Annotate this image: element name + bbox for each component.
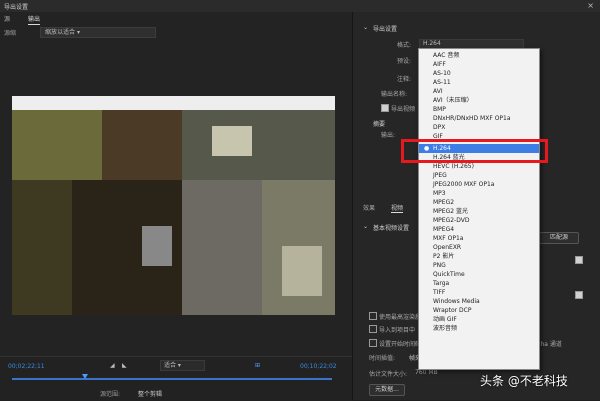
format-option[interactable]: HEVC (H.265) <box>419 162 539 171</box>
format-option[interactable]: JPEG2000 MXF OP1a <box>419 180 539 189</box>
import-project-label: 导入到项目中 <box>379 327 416 334</box>
tab-video[interactable]: 视频 <box>391 203 404 213</box>
format-option[interactable]: JPEG <box>419 171 539 180</box>
format-option[interactable]: QuickTime <box>419 270 539 279</box>
start-timecode-label: 设置开始时间码 <box>379 341 422 348</box>
format-option[interactable]: AS-11 <box>419 78 539 87</box>
start-timecode-checkbox[interactable] <box>369 339 377 347</box>
format-option[interactable]: Wraptor DCP <box>419 306 539 315</box>
timeline-track[interactable] <box>12 378 332 380</box>
source-range-label: 源范围: <box>100 391 121 398</box>
window-title: 导出设置 <box>4 4 29 11</box>
format-option[interactable]: DPX <box>419 123 539 132</box>
source-scaling-label: 源缩 <box>4 30 17 37</box>
metadata-label: 元数据... <box>375 386 399 393</box>
format-option[interactable]: MPEG2 <box>419 198 539 207</box>
estimated-size-label: 估计文件大小: <box>369 371 408 378</box>
format-dropdown-menu: AAC 音频 AIFF AS-10 AS-11 AVI AVI（未压缩） BMP… <box>418 48 540 370</box>
profile-checkbox[interactable] <box>575 291 583 299</box>
output-label: 输出: <box>381 132 396 139</box>
timecode-in[interactable]: 00;02;22;11 <box>8 363 45 370</box>
output-name-label: 输出名称: <box>381 91 408 98</box>
format-option[interactable]: MPEG2-DVD <box>419 216 539 225</box>
format-option[interactable]: 波形音频 <box>419 324 539 333</box>
highlight-annotation <box>401 139 548 163</box>
preset-label: 预设: <box>397 58 412 65</box>
video-preview <box>12 96 335 315</box>
close-icon[interactable]: × <box>587 1 594 10</box>
tab-output[interactable]: 输出 <box>28 14 41 25</box>
format-option[interactable]: TIFF <box>419 288 539 297</box>
format-option[interactable]: PNG <box>419 261 539 270</box>
format-option[interactable]: AIFF <box>419 60 539 69</box>
mark-in-icon[interactable]: ◢ <box>110 362 115 369</box>
format-option[interactable]: AVI（未压缩） <box>419 96 539 105</box>
source-scaling-value: 缩放以适合 <box>45 29 76 36</box>
format-option[interactable]: OpenEXR <box>419 243 539 252</box>
time-interpolation-label: 时间插值: <box>369 355 396 362</box>
source-range-value[interactable]: 整个剪辑 <box>138 389 162 398</box>
left-panel: 源 输出 源缩 缩放以适合 ▾ 00;02;22;11 ◢ ◣ 适合 ▾ ⊞ 0… <box>0 12 352 401</box>
basic-video-header: 基本视频设置 <box>373 225 410 232</box>
estimated-size-value: 760 MB <box>415 369 438 376</box>
fit-select[interactable]: 适合 ▾ <box>160 360 205 371</box>
format-option[interactable]: AAC 音频 <box>419 51 539 60</box>
export-video-label: 导出视频 <box>391 106 416 113</box>
format-option[interactable]: P2 影片 <box>419 252 539 261</box>
timeline-bar: 00;02;22;11 ◢ ◣ 适合 ▾ ⊞ 00;10;22;02 源范围: … <box>0 356 352 401</box>
chevron-down-icon[interactable]: ⌄ <box>363 223 368 230</box>
format-option[interactable]: MP3 <box>419 189 539 198</box>
format-option[interactable]: MPEG4 <box>419 225 539 234</box>
match-source-label: 匹配源 <box>549 234 568 241</box>
format-option[interactable]: 动画 GIF <box>419 315 539 324</box>
format-option[interactable]: MPEG2 蓝光 <box>419 207 539 216</box>
format-option[interactable]: MXF OP1a <box>419 234 539 243</box>
import-project-checkbox[interactable] <box>369 325 377 333</box>
playhead-icon[interactable] <box>82 374 88 379</box>
tab-effects[interactable]: 效果 <box>363 203 375 212</box>
source-scaling-select[interactable]: 缩放以适合 ▾ <box>40 27 156 38</box>
format-option[interactable]: DNxHR/DNxHD MXF OP1a <box>419 114 539 123</box>
format-option[interactable]: BMP <box>419 105 539 114</box>
tab-source[interactable]: 源 <box>4 14 10 23</box>
export-video-checkbox[interactable] <box>381 104 389 112</box>
mark-out-icon[interactable]: ◣ <box>122 362 127 369</box>
match-source-button[interactable]: 匹配源 <box>539 232 579 244</box>
watermark: 头条 @不老科技 <box>480 374 568 388</box>
aspect-icon[interactable]: ⊞ <box>255 362 260 369</box>
comment-label: 注释: <box>397 76 412 83</box>
format-value: H.264 <box>423 40 441 47</box>
chevron-down-icon[interactable]: ⌄ <box>363 24 368 31</box>
export-settings-header: 导出设置 <box>373 26 398 33</box>
width-checkbox[interactable] <box>575 256 583 264</box>
format-option[interactable]: AVI <box>419 87 539 96</box>
max-render-checkbox[interactable] <box>369 312 377 320</box>
format-option[interactable]: Targa <box>419 279 539 288</box>
format-option[interactable]: AS-10 <box>419 69 539 78</box>
timecode-out[interactable]: 00;10;22;02 <box>300 363 337 370</box>
summary-header: 摘要 <box>373 121 386 128</box>
chevron-down-icon: ▾ <box>76 29 80 36</box>
format-option[interactable]: Windows Media <box>419 297 539 306</box>
metadata-button[interactable]: 元数据... <box>369 384 405 396</box>
format-label: 格式: <box>397 42 412 49</box>
fit-value: 适合 <box>164 362 177 369</box>
